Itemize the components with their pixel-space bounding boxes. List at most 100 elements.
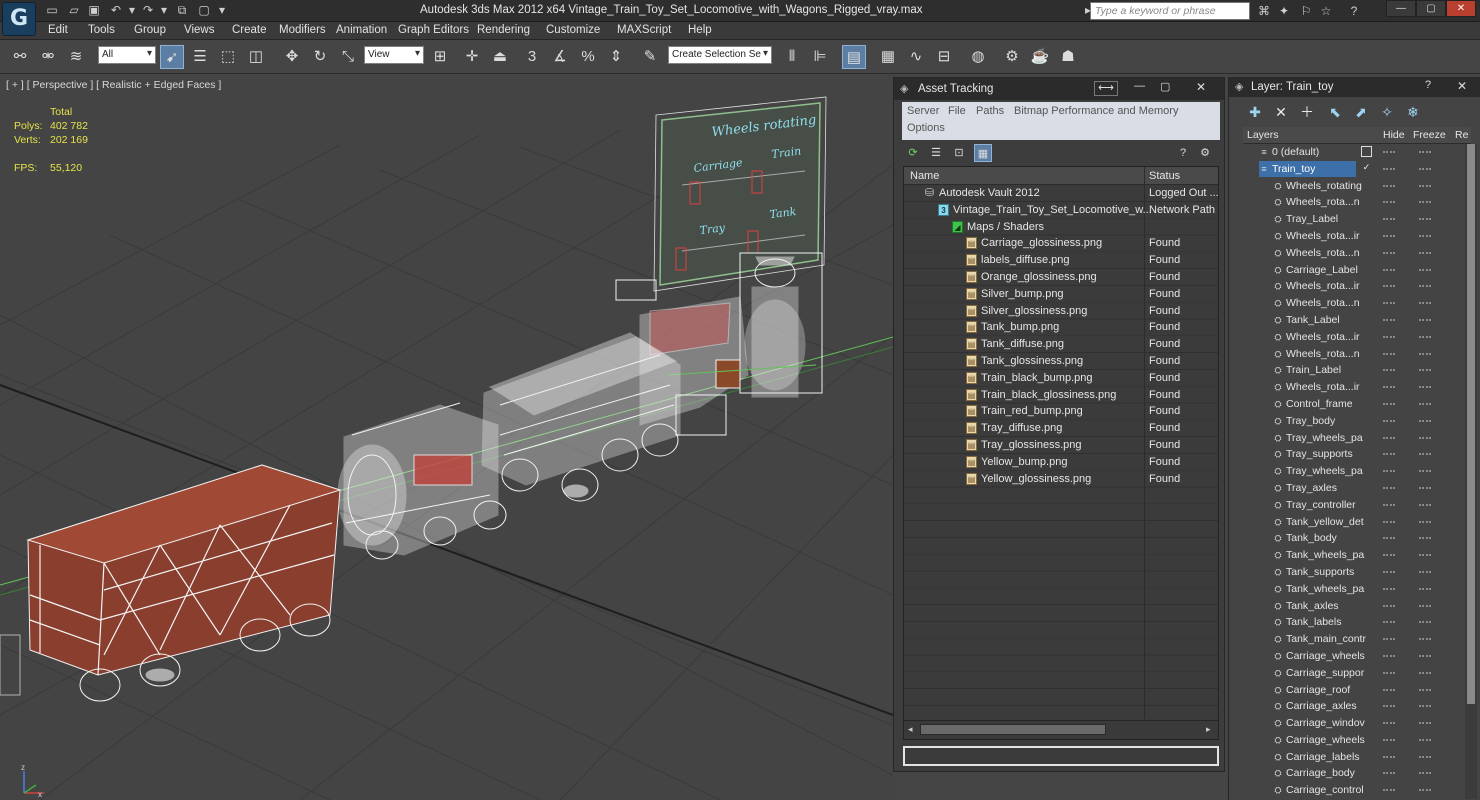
hide-toggle[interactable] [1383,688,1395,691]
asset-row[interactable]: 3 Vintage_Train_Toy_Set_Locomotive_w... Ne… [904,202,1218,219]
hide-toggle[interactable] [1383,285,1395,288]
minimize-button[interactable]: — [1386,0,1416,17]
hide-toggle[interactable] [1383,621,1395,624]
layer-object-row[interactable]: ⛭ Tray_Label [1243,211,1463,228]
layer-object-row[interactable]: ⛭ Tank_wheels_pa [1243,547,1463,564]
subscription-icon[interactable]: ✦ [1276,3,1292,19]
column-layers-header[interactable]: Layers [1247,129,1279,141]
favorites-star-icon[interactable]: ☆ [1318,3,1334,19]
undo-dropdown-icon[interactable]: ▾ [124,3,140,18]
freeze-toggle[interactable] [1419,352,1431,355]
hide-toggle[interactable] [1383,537,1395,540]
select-and-scale-icon[interactable]: ⤡ [336,45,360,69]
freeze-toggle[interactable] [1419,184,1431,187]
maximize-button[interactable]: ▢ [1416,0,1446,17]
create-new-layer-icon[interactable]: ✚ [1245,102,1265,122]
freeze-toggle[interactable] [1419,234,1431,237]
hide-toggle[interactable] [1383,234,1395,237]
freeze-toggle[interactable] [1419,386,1431,389]
menu-group[interactable]: Group [134,24,166,36]
perspective-viewport[interactable]: Wheels rotating Carriage Train Tray Tank [0,75,893,800]
hide-toggle[interactable] [1383,167,1395,170]
layer-object-row[interactable]: ⛭ Tank_body [1243,530,1463,547]
snaps-toggle-icon[interactable]: 3 [520,45,544,69]
freeze-toggle[interactable] [1419,470,1431,473]
select-and-manipulate-icon[interactable]: ✛ [460,45,484,69]
select-and-rotate-icon[interactable]: ↻ [308,45,332,69]
layer-object-row[interactable]: ⛭ Carriage_roof [1243,682,1463,699]
menu-modifiers[interactable]: Modifiers [279,24,326,36]
hide-toggle[interactable] [1383,486,1395,489]
hide-toggle[interactable] [1383,151,1395,153]
layer-object-row[interactable]: ⛭ Tray_wheels_pa [1243,463,1463,480]
layer-object-row[interactable]: ⛭ Train_Label [1243,362,1463,379]
scroll-left-icon[interactable]: ◂ [908,724,913,735]
reference-coordinate-dropdown[interactable]: View [364,46,424,64]
asset-row[interactable]: ▤ Yellow_bump.png Found [904,454,1218,471]
asset-row[interactable]: ▤ labels_diffuse.png Found [904,252,1218,269]
settings-icon[interactable]: ⚙ [1196,144,1214,162]
named-selection-set-dropdown[interactable]: Create Selection Se [668,46,772,64]
freeze-toggle[interactable] [1419,688,1431,691]
freeze-toggle[interactable] [1419,671,1431,674]
link-icon[interactable]: ⚯ [8,45,32,69]
layer-object-row[interactable]: ⛭ Control_frame [1243,396,1463,413]
hide-unhide-all-icon[interactable]: ✧ [1377,102,1397,122]
binoculars-icon[interactable]: ⌘ [1256,3,1272,19]
layer-object-row[interactable]: ⛭ Tank_labels [1243,614,1463,631]
asset-row[interactable]: ▤ Tray_glossiness.png Found [904,437,1218,454]
freeze-toggle[interactable] [1419,268,1431,271]
menu-customize[interactable]: Customize [546,24,600,36]
freeze-toggle[interactable] [1419,638,1431,641]
hide-toggle[interactable] [1383,705,1395,708]
asset-menu-paths[interactable]: Paths [976,105,1004,117]
freeze-toggle[interactable] [1419,335,1431,338]
hide-toggle[interactable] [1383,738,1395,741]
layer-object-row[interactable]: ⛭ Wheels_rota...ir [1243,228,1463,245]
layer-object-row[interactable]: ⛭ Carriage_windov [1243,715,1463,732]
freeze-toggle[interactable] [1419,151,1431,153]
align-icon[interactable]: ⊫ [808,45,832,69]
panel-close-button[interactable]: ✕ [1196,80,1206,94]
hide-toggle[interactable] [1383,470,1395,473]
freeze-toggle[interactable] [1419,587,1431,590]
hide-toggle[interactable] [1383,654,1395,657]
menu-graph-editors[interactable]: Graph Editors [398,24,469,36]
freeze-toggle[interactable] [1419,369,1431,372]
hide-toggle[interactable] [1383,604,1395,607]
asset-menu-options[interactable]: Options [907,122,945,134]
freeze-toggle[interactable] [1419,167,1431,170]
selection-filter-dropdown[interactable]: All [98,46,156,64]
undo-icon[interactable]: ↶ [108,3,124,18]
layer-object-row[interactable]: ⛭ Carriage_labels [1243,749,1463,766]
freeze-toggle[interactable] [1419,654,1431,657]
panel-help-icon[interactable]: ? [1425,79,1431,91]
layer-object-row[interactable]: ⛭ Tank_Label [1243,312,1463,329]
hide-toggle[interactable] [1383,570,1395,573]
menu-edit[interactable]: Edit [48,24,68,36]
select-and-move-icon[interactable]: ✥ [280,45,304,69]
freeze-toggle[interactable] [1419,755,1431,758]
select-objects-in-layer-icon[interactable]: ⬉ [1325,102,1345,122]
freeze-toggle[interactable] [1419,738,1431,741]
hide-toggle[interactable] [1383,268,1395,271]
layer-object-row[interactable]: ⛭ Carriage_wheels [1243,732,1463,749]
bind-space-warp-icon[interactable]: ≋ [64,45,88,69]
scrollbar-thumb[interactable] [920,724,1106,735]
hide-toggle[interactable] [1383,587,1395,590]
active-layer-checkbox[interactable]: ✓ [1361,162,1372,174]
layer-object-row[interactable]: ⛭ Wheels_rota...n [1243,346,1463,363]
hide-toggle[interactable] [1383,352,1395,355]
layer-object-row[interactable]: ⛭ Wheels_rota...n [1243,295,1463,312]
column-render-header[interactable]: Re [1455,129,1468,141]
refresh-icon[interactable]: ⟳ [904,144,922,162]
hide-toggle[interactable] [1383,402,1395,405]
asset-row[interactable]: ▤ Yellow_glossiness.png Found [904,471,1218,488]
freeze-toggle[interactable] [1419,604,1431,607]
layer-object-row[interactable]: ⛭ Tank_axles [1243,598,1463,615]
layer-row[interactable]: ≡ 0 (default) [1243,144,1463,161]
layer-object-row[interactable]: ⛭ Wheels_rota...ir [1243,329,1463,346]
thumbnail-view-icon[interactable]: ⊡ [950,144,968,162]
hide-toggle[interactable] [1383,772,1395,775]
hide-toggle[interactable] [1383,755,1395,758]
